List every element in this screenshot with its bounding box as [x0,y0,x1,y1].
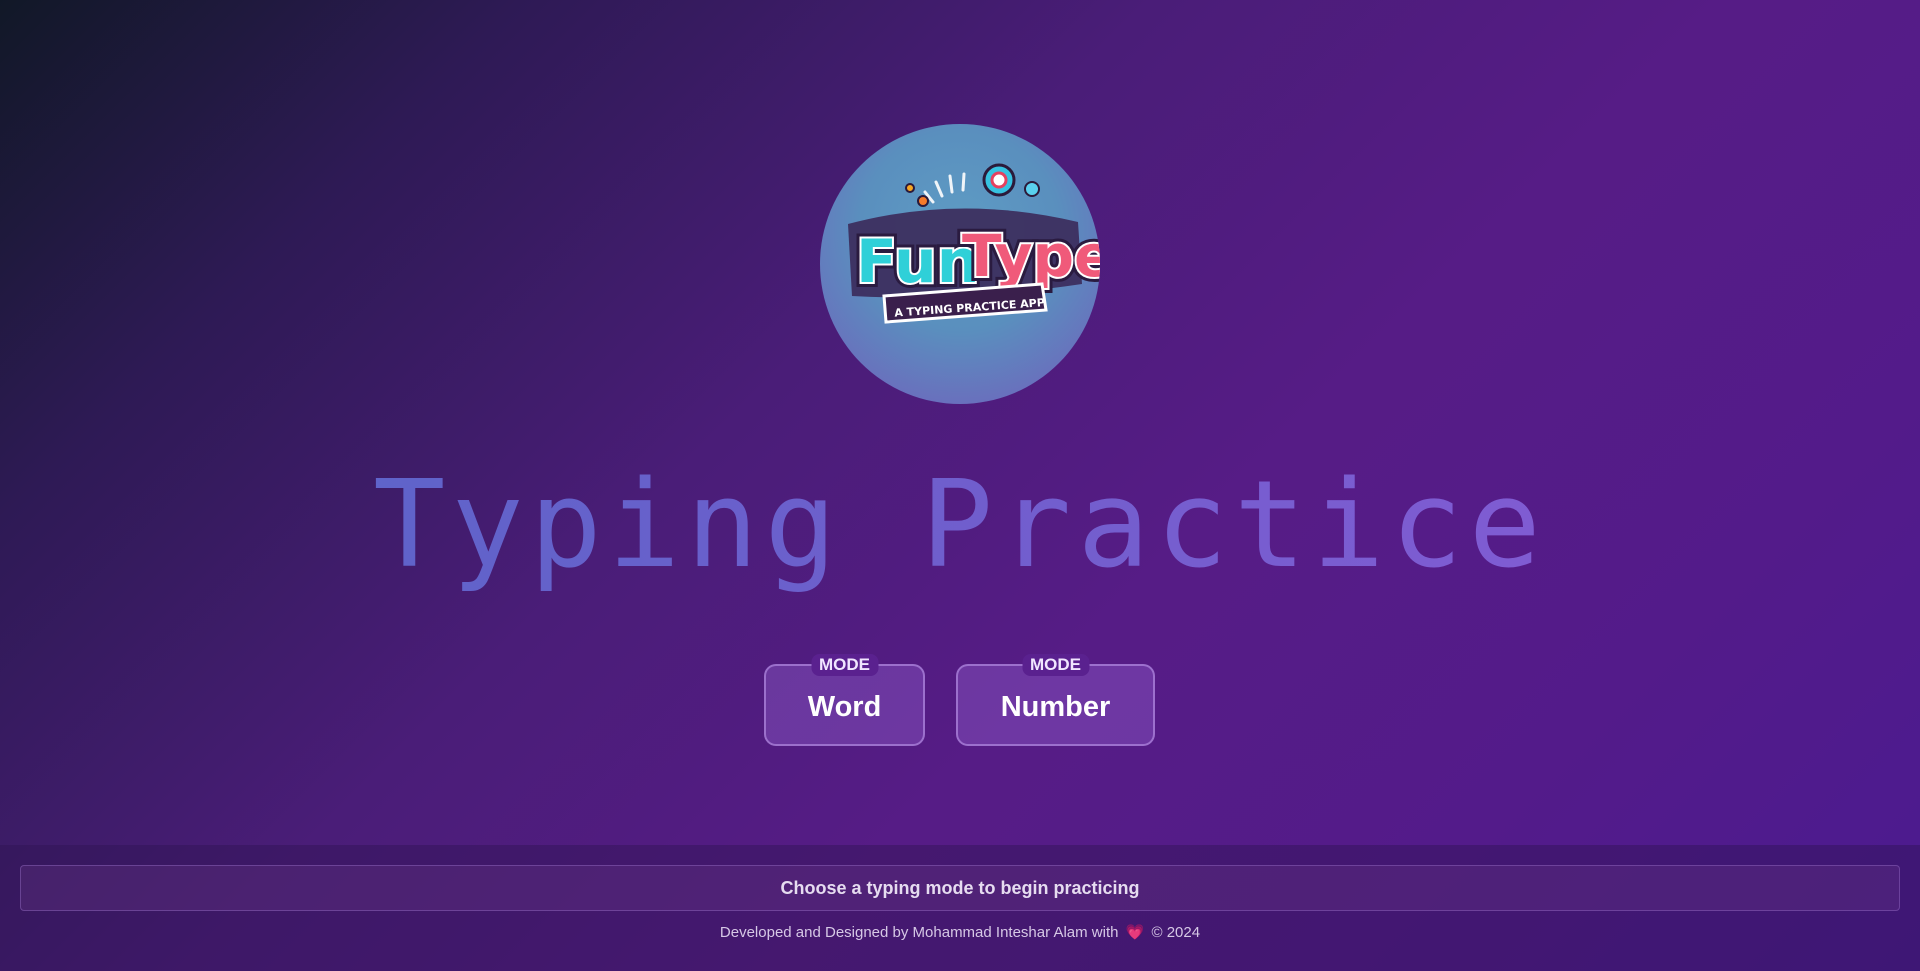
mode-tag: MODE [1022,654,1089,676]
page-title: Typing Practice [0,456,1920,596]
logo-title-right-fill: Type [962,222,1100,290]
logo-artwork: Fun Fun Type Type A TYPING PRACTICE APP [848,163,1100,324]
credit-line: Developed and Designed by Mohammad Intes… [0,923,1920,943]
funtype-logo: Fun Fun Type Type A TYPING PRACTICE APP [820,124,1100,404]
number-mode-button[interactable]: MODE Number [956,654,1155,746]
copyright-text: © 2024 [1151,924,1201,941]
word-mode-button[interactable]: MODE Word [764,654,925,746]
heart-icon: 💗 [1125,924,1145,941]
mode-label-word: Word [807,691,882,723]
footer: Choose a typing mode to begin practicing… [0,845,1920,971]
logo-title-left-fill: Fun [856,227,979,297]
mode-label-number: Number [1000,691,1111,723]
credit-text: Developed and Designed by Mohammad Intes… [719,924,1119,941]
status-message: Choose a typing mode to begin practicing [20,865,1900,911]
mode-tag: MODE [811,654,878,676]
